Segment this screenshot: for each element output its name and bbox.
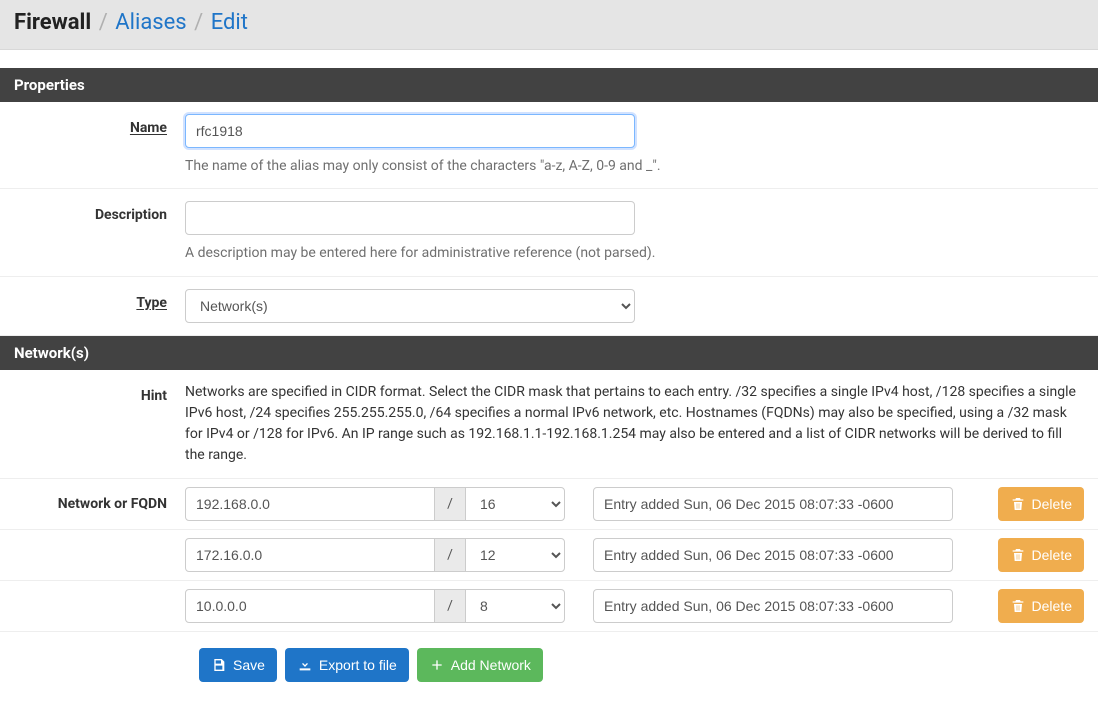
name-help-text: The name of the alias may only consist o… (185, 156, 1084, 176)
delete-button[interactable]: Delete (998, 589, 1084, 623)
download-icon (297, 657, 313, 673)
label-type: Type (136, 295, 167, 311)
network-cidr-select[interactable]: 12 (465, 538, 565, 572)
label-hint: Hint (141, 388, 167, 404)
breadcrumb-sep: / (95, 10, 112, 35)
plus-icon (429, 657, 445, 673)
label-name: Name (130, 120, 167, 136)
trash-icon (1010, 547, 1026, 563)
cidr-slash: / (435, 538, 465, 572)
breadcrumb-root: Firewall (14, 10, 91, 35)
network-cidr-select[interactable]: 16 (465, 487, 565, 521)
breadcrumb-sep: / (190, 10, 207, 35)
network-address-input[interactable] (185, 589, 435, 623)
label-network-or-fqdn: Network or FQDN (0, 496, 185, 512)
cidr-slash: / (435, 589, 465, 623)
breadcrumb: Firewall / Aliases / Edit (0, 0, 1098, 50)
network-row: / 8 Delete (185, 589, 1084, 623)
description-help-text: A description may be entered here for ad… (185, 243, 1084, 263)
network-row: / 16 Delete (185, 487, 1084, 521)
breadcrumb-aliases-link[interactable]: Aliases (115, 10, 186, 35)
network-description-input[interactable] (593, 487, 953, 521)
cidr-slash: / (435, 487, 465, 521)
export-button[interactable]: Export to file (285, 648, 409, 682)
hint-text: Networks are specified in CIDR format. S… (185, 382, 1084, 466)
save-icon (211, 657, 227, 673)
label-description: Description (95, 207, 167, 223)
name-input[interactable] (185, 114, 635, 148)
network-cidr-select[interactable]: 8 (465, 589, 565, 623)
save-button[interactable]: Save (199, 648, 277, 682)
network-row: / 12 Delete (185, 538, 1084, 572)
action-bar: Save Export to file Add Network (0, 632, 1098, 702)
network-address-input[interactable] (185, 538, 435, 572)
trash-icon (1010, 496, 1026, 512)
breadcrumb-edit-link[interactable]: Edit (211, 10, 248, 35)
description-input[interactable] (185, 201, 635, 235)
add-network-button[interactable]: Add Network (417, 648, 543, 682)
type-select[interactable]: Network(s) (185, 289, 635, 323)
network-address-input[interactable] (185, 487, 435, 521)
delete-button[interactable]: Delete (998, 487, 1084, 521)
network-description-input[interactable] (593, 538, 953, 572)
delete-button[interactable]: Delete (998, 538, 1084, 572)
trash-icon (1010, 598, 1026, 614)
network-description-input[interactable] (593, 589, 953, 623)
panel-header-networks: Network(s) (0, 336, 1098, 370)
panel-header-properties: Properties (0, 68, 1098, 102)
